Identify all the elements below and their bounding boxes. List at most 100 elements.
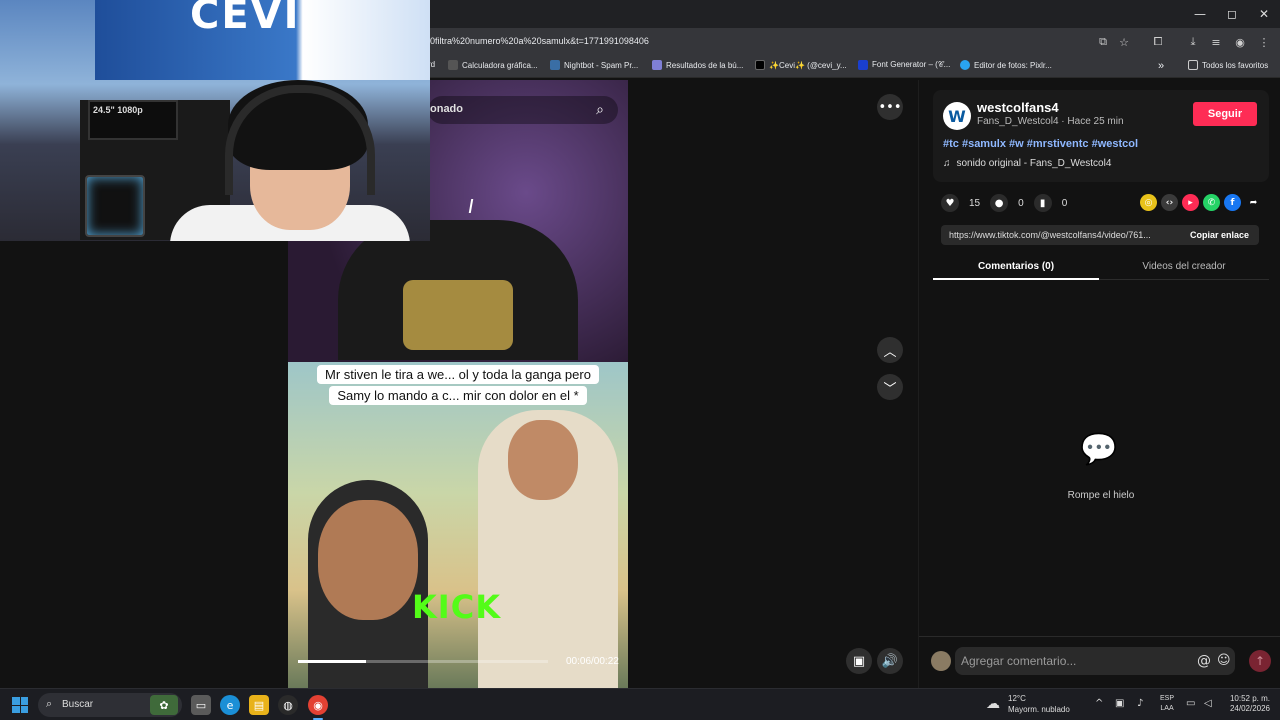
next-video-button[interactable]: ﹀ bbox=[877, 374, 903, 400]
video-link[interactable]: https://www.tiktok.com/@westcolfans4/vid… bbox=[949, 230, 1181, 240]
send-arrow-icon[interactable]: ↑ bbox=[1249, 650, 1271, 672]
system-clock[interactable]: 10:52 p. m. 24/02/2026 bbox=[1226, 694, 1270, 714]
previous-video-button[interactable]: ︿ bbox=[877, 337, 903, 363]
coin-icon[interactable]: ◎ bbox=[1140, 194, 1157, 211]
cloud-icon: ☁ bbox=[986, 696, 1000, 712]
author-subline: Fans_D_Westcol4 · Hace 25 min bbox=[977, 116, 1124, 127]
copy-link-button[interactable]: Copiar enlace bbox=[1190, 230, 1249, 240]
bookmark-label: ✨Cevi✨ (@cevi_y... bbox=[769, 60, 847, 70]
tray-app-icon[interactable]: ▣ bbox=[1115, 698, 1124, 709]
obs-icon[interactable]: ◍ bbox=[278, 695, 298, 715]
sound-link[interactable]: ♫ sonido original - Fans_D_Westcol4 bbox=[943, 158, 1111, 169]
video-face-left bbox=[318, 500, 418, 620]
follow-button[interactable]: Seguir bbox=[1193, 102, 1257, 126]
whatsapp-icon[interactable]: ✆ bbox=[1203, 194, 1220, 211]
tab-creator-videos[interactable]: Videos del creador bbox=[1099, 261, 1269, 272]
search-input[interactable]: onado bbox=[430, 103, 463, 115]
bookmark-item[interactable]: Nightbot - Spam Pr... bbox=[550, 60, 638, 70]
bookmark-label: Nightbot - Spam Pr... bbox=[564, 60, 639, 70]
search-icon[interactable]: ⌕ bbox=[588, 98, 612, 122]
bookmark-item[interactable]: Editor de fotos: Pixlr... bbox=[960, 60, 1052, 70]
edge-icon[interactable]: e bbox=[220, 695, 240, 715]
tiktok-icon bbox=[755, 60, 765, 70]
speaker-icon[interactable]: ◁ bbox=[1204, 698, 1212, 709]
pixlr-icon bbox=[960, 60, 970, 70]
install-app-icon[interactable]: ⧉ bbox=[1095, 34, 1111, 50]
sound-label: sonido original - Fans_D_Westcol4 bbox=[956, 158, 1112, 169]
caption-line: Mr stiven le tira a we... ol y toda la g… bbox=[317, 365, 599, 384]
facebook-icon[interactable]: f bbox=[1224, 194, 1241, 211]
tray-overflow-icon[interactable]: ^ bbox=[1095, 698, 1103, 709]
profile-avatar-icon[interactable]: ◉ bbox=[1232, 34, 1248, 50]
microphone-icon[interactable]: ♪ bbox=[1137, 698, 1143, 709]
emoji-icon[interactable]: ☺ bbox=[1217, 653, 1231, 668]
url-field[interactable]: 0filtra%20numero%20a%20samulx&t=17719910… bbox=[430, 36, 649, 46]
user-avatar bbox=[931, 651, 951, 671]
save-count: 0 bbox=[1061, 197, 1068, 209]
like-count: 15 bbox=[969, 197, 981, 209]
send-share-icon[interactable]: ▸ bbox=[1182, 194, 1199, 211]
search-highlight-icon[interactable]: ✿ bbox=[150, 695, 178, 715]
extensions-icon[interactable]: ⧠ bbox=[1150, 34, 1166, 50]
folder-icon bbox=[1188, 60, 1198, 70]
author-card: W westcolfans4 Fans_D_Westcol4 · Hace 25… bbox=[933, 90, 1269, 182]
video-progress-bar[interactable] bbox=[298, 660, 548, 663]
close-button[interactable]: ✕ bbox=[1248, 0, 1280, 28]
video-link-box: https://www.tiktok.com/@westcolfans4/vid… bbox=[941, 225, 1259, 245]
input-language[interactable]: ESP LAA bbox=[1160, 694, 1174, 714]
share-arrow-icon[interactable]: ➦ bbox=[1245, 194, 1262, 211]
embed-code-icon[interactable]: ‹› bbox=[1161, 194, 1178, 211]
all-favorites-button[interactable]: Todos los favoritos bbox=[1188, 60, 1268, 70]
screen: — ◻ ✕ 0filtra%20numero%20a%20samulx&t=17… bbox=[0, 0, 1280, 720]
bookmark-label: Font Generator – (𝒞... bbox=[872, 60, 951, 69]
font-generator-icon bbox=[858, 60, 868, 70]
comment-bubble-icon[interactable]: ● bbox=[990, 194, 1009, 212]
more-options-button[interactable]: ••• bbox=[877, 94, 903, 120]
reading-list-icon[interactable]: ≡ bbox=[1208, 34, 1224, 50]
webcam-overlay: CEVI 24.5" 1080p bbox=[0, 0, 430, 241]
video-caption: Mr stiven le tira a we... ol y toda la g… bbox=[312, 364, 604, 406]
hashtags[interactable]: #tc #samulx #w #mrstiventc #westcol bbox=[943, 138, 1138, 150]
bookmark-label: Calculadora gráfica... bbox=[462, 60, 538, 70]
chrome-icon[interactable]: ◉ bbox=[308, 695, 328, 715]
bookmark-label: Editor de fotos: Pixlr... bbox=[974, 60, 1052, 70]
webcam-banner-text: CEVI bbox=[190, 0, 301, 38]
bookmark-item[interactable]: Resultados de la bú... bbox=[652, 60, 743, 70]
weather-desc: Mayorm. nublado bbox=[1008, 705, 1070, 714]
details-panel: W westcolfans4 Fans_D_Westcol4 · Hace 25… bbox=[918, 80, 1280, 688]
bookmarks-overflow-button[interactable]: » bbox=[1158, 60, 1164, 72]
webcam-monitor-box: 24.5" 1080p bbox=[88, 100, 178, 140]
like-heart-icon[interactable]: ♥ bbox=[941, 194, 959, 212]
calculator-icon bbox=[448, 60, 458, 70]
comment-input[interactable] bbox=[955, 647, 1235, 675]
author-avatar[interactable]: W bbox=[943, 102, 971, 130]
weather-widget[interactable]: ☁ 12°C Mayorm. nublado bbox=[986, 694, 1076, 718]
bookmark-item[interactable]: Font Generator – (𝒞... bbox=[858, 60, 950, 70]
task-view-icon[interactable]: ▭ bbox=[191, 695, 211, 715]
maximize-button[interactable]: ◻ bbox=[1216, 0, 1248, 28]
file-explorer-icon[interactable]: ▤ bbox=[249, 695, 269, 715]
clock-date: 24/02/2026 bbox=[1229, 704, 1270, 713]
lang-bottom: LAA bbox=[1160, 705, 1174, 712]
windows-taskbar: ⌕ Buscar ✿ ▭ e ▤ ◍ ◉ ☁ 12°C Mayorm. nubl… bbox=[0, 688, 1280, 720]
comment-count: 0 bbox=[1018, 197, 1024, 209]
windows-start-icon[interactable] bbox=[12, 697, 28, 713]
weather-temp: 12°C bbox=[1008, 694, 1026, 703]
network-icon[interactable]: ▭ bbox=[1186, 698, 1195, 709]
bookmark-item[interactable]: Calculadora gráfica... bbox=[448, 60, 538, 70]
volume-button[interactable]: 🔊 bbox=[877, 648, 903, 674]
menu-kebab-icon[interactable]: ⋮ bbox=[1256, 34, 1272, 50]
bookmark-item[interactable]: ✨Cevi✨ (@cevi_y... bbox=[755, 60, 847, 70]
all-favorites-label: Todos los favoritos bbox=[1202, 60, 1269, 70]
mention-icon[interactable]: @ bbox=[1197, 653, 1211, 669]
bookmark-label: Resultados de la bú... bbox=[666, 60, 744, 70]
search-results-icon bbox=[652, 60, 662, 70]
author-username[interactable]: westcolfans4 bbox=[977, 100, 1059, 115]
tab-comments[interactable]: Comentarios (0) bbox=[933, 261, 1099, 272]
bookmark-icon[interactable]: ▮ bbox=[1033, 194, 1052, 212]
bookmark-star-icon[interactable]: ☆ bbox=[1116, 34, 1132, 50]
caption-line: Samy lo mando a c... mir con dolor en el… bbox=[329, 386, 587, 405]
miniplayer-button[interactable]: ▣ bbox=[846, 648, 872, 674]
download-icon[interactable]: ⤓ bbox=[1185, 34, 1201, 50]
minimize-button[interactable]: — bbox=[1184, 0, 1216, 28]
